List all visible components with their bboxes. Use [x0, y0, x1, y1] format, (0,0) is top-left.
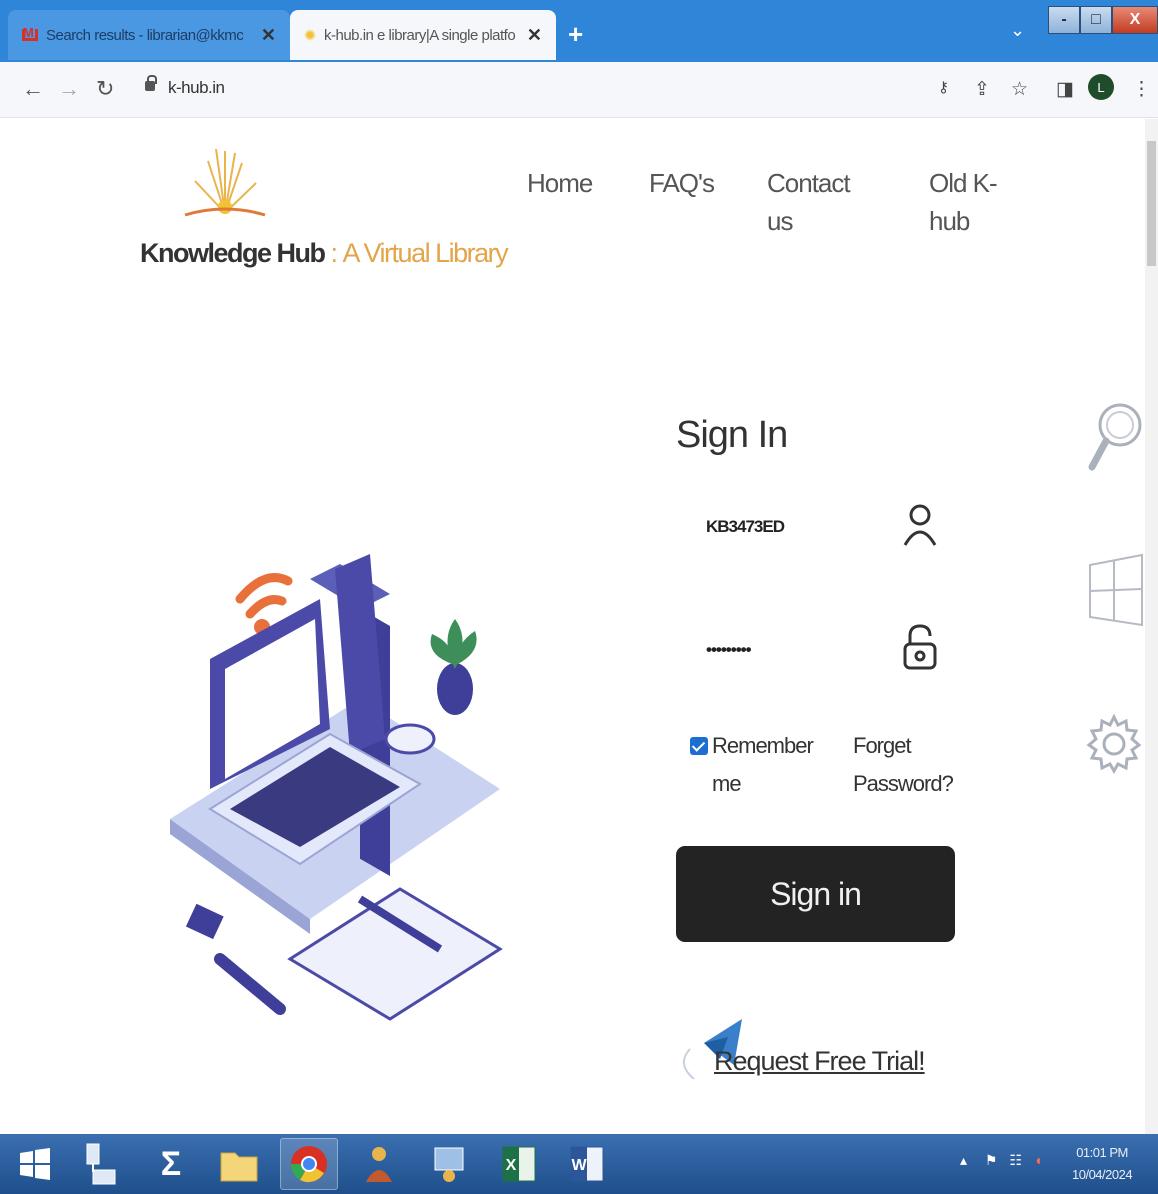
- flag-icon[interactable]: ⚑: [985, 1152, 998, 1168]
- brand-separator: :: [330, 238, 339, 268]
- tray-expand-icon[interactable]: ▴: [960, 1152, 967, 1168]
- windows-taskbar: Σ X W ▴ ⚑ ☷ ◖ 01:01 PM 10/04/2024: [0, 1134, 1158, 1194]
- request-trial-link[interactable]: Request Free Trial!: [676, 1019, 926, 1079]
- svg-text:W: W: [571, 1157, 587, 1174]
- profile-avatar[interactable]: L: [1088, 74, 1114, 100]
- taskbar-people-app[interactable]: [350, 1138, 408, 1190]
- taskbar-sigma-app[interactable]: Σ: [142, 1138, 200, 1190]
- folder-icon: [220, 1152, 258, 1182]
- chrome-icon: [290, 1146, 327, 1183]
- forgot-line2: Password?: [853, 771, 954, 796]
- bookmark-star-icon[interactable]: ☆: [1011, 78, 1028, 101]
- windows-icon[interactable]: [1086, 553, 1145, 629]
- network-icon[interactable]: ☷: [1009, 1152, 1022, 1168]
- sunburst-logo-icon: [184, 148, 266, 217]
- maximize-button[interactable]: □: [1080, 6, 1112, 34]
- remember-line2: me: [712, 771, 742, 796]
- user-award-icon: [366, 1147, 392, 1182]
- laptop-books-illustration: [170, 554, 503, 1021]
- windows-logo-icon: [20, 1148, 50, 1180]
- scrollbar-thumb[interactable]: [1147, 141, 1156, 266]
- brand-title: Knowledge Hub: [140, 238, 326, 268]
- wifi-icon: [235, 573, 293, 619]
- nav-contact-line2: us: [767, 206, 793, 236]
- nav-home[interactable]: Home: [527, 164, 593, 202]
- nav-faq[interactable]: FAQ's: [649, 164, 715, 202]
- close-window-button[interactable]: X: [1112, 6, 1158, 34]
- tab-title: Search results - librarian@kkmc: [46, 26, 244, 44]
- new-tab-button[interactable]: +: [568, 20, 583, 48]
- window-controls: - □ X: [1048, 6, 1158, 34]
- page-scrollbar[interactable]: [1145, 119, 1158, 1134]
- brand-tagline: A Virtual Library: [342, 238, 509, 268]
- taskbar-control-app[interactable]: [420, 1138, 478, 1190]
- khub-favicon-icon: [304, 29, 316, 41]
- forgot-line1: Forget: [853, 733, 912, 758]
- clock-date: 10/04/2024: [1072, 1167, 1133, 1182]
- tab-title: k-hub.in e library|A single platfo: [324, 26, 516, 44]
- address-bar[interactable]: k-hub.in: [168, 78, 225, 98]
- nav-old-khub[interactable]: Old K- hub: [929, 164, 998, 240]
- excel-icon: X: [502, 1146, 536, 1182]
- nav-oldkhub-line2: hub: [929, 206, 970, 236]
- control-panel-icon: [434, 1147, 464, 1182]
- network-computer-icon: [86, 1143, 116, 1185]
- nav-contact-us[interactable]: Contact us: [767, 164, 851, 240]
- user-icon: [903, 504, 937, 546]
- close-tab-icon[interactable]: ✕: [527, 25, 542, 46]
- tab-search-chevron-icon[interactable]: ⌄: [1010, 20, 1025, 41]
- lock-icon[interactable]: [145, 75, 157, 91]
- password-value[interactable]: •••••••••: [706, 640, 752, 660]
- browser-tab-strip: Search results - librarian@kkmc ✕ k-hub.…: [0, 0, 1158, 62]
- taskbar-chrome[interactable]: [280, 1138, 338, 1190]
- remember-me-checkbox[interactable]: Remember me: [690, 727, 814, 803]
- word-icon: W: [570, 1146, 604, 1182]
- nav-contact-line1: Contact: [767, 168, 851, 198]
- taskbar-word[interactable]: W: [558, 1138, 616, 1190]
- unlock-icon: [903, 624, 937, 670]
- menu-kebab-icon[interactable]: ⋮: [1132, 78, 1151, 101]
- minimize-button[interactable]: -: [1048, 6, 1080, 34]
- nav-oldkhub-line1: Old K-: [929, 168, 998, 198]
- sign-in-button[interactable]: Sign in: [676, 846, 955, 942]
- taskbar-excel[interactable]: X: [490, 1138, 548, 1190]
- side-panel-icon[interactable]: ◨: [1056, 78, 1074, 101]
- username-field[interactable]: KB3473ED: [692, 491, 962, 561]
- taskbar-file-explorer[interactable]: [210, 1138, 268, 1190]
- browser-tab-gmail[interactable]: Search results - librarian@kkmc ✕: [8, 10, 290, 60]
- password-field[interactable]: •••••••••: [692, 614, 962, 684]
- checkbox-checked-icon[interactable]: [690, 737, 708, 755]
- search-icon[interactable]: [1086, 397, 1145, 477]
- signin-title: Sign In: [676, 414, 788, 456]
- share-icon[interactable]: ⇪: [974, 78, 990, 101]
- remember-line1: Remember: [712, 733, 814, 758]
- svg-text:X: X: [506, 1157, 517, 1174]
- volume-icon[interactable]: ◖: [1034, 1152, 1042, 1168]
- taskbar-network-app[interactable]: [70, 1138, 128, 1190]
- brand-name: Knowledge Hub: A Virtual Library: [140, 238, 509, 269]
- forgot-password-link[interactable]: Forget Password?: [853, 727, 963, 803]
- username-value[interactable]: KB3473ED: [706, 517, 785, 537]
- clock-time: 01:01 PM: [1076, 1145, 1128, 1160]
- sigma-icon: Σ: [160, 1144, 182, 1183]
- taskbar-clock[interactable]: 01:01 PM 10/04/2024: [1072, 1142, 1133, 1186]
- back-arrow-icon[interactable]: ←: [22, 76, 44, 102]
- system-tray: ▴ ⚑ ☷ ◖: [960, 1152, 1042, 1169]
- reload-icon[interactable]: ↻: [96, 76, 114, 102]
- start-button[interactable]: [6, 1138, 64, 1190]
- close-tab-icon[interactable]: ✕: [261, 25, 276, 46]
- request-trial-label: Request Free Trial!: [714, 1046, 926, 1076]
- page-content: Knowledge Hub: A Virtual Library Home FAQ…: [0, 119, 1145, 1134]
- key-icon[interactable]: ⚷: [938, 78, 949, 96]
- gmail-icon: [22, 25, 38, 41]
- forward-arrow-icon[interactable]: →: [58, 76, 80, 102]
- browser-tab-khub[interactable]: k-hub.in e library|A single platfo ✕: [290, 10, 556, 60]
- gear-icon[interactable]: [1086, 709, 1142, 779]
